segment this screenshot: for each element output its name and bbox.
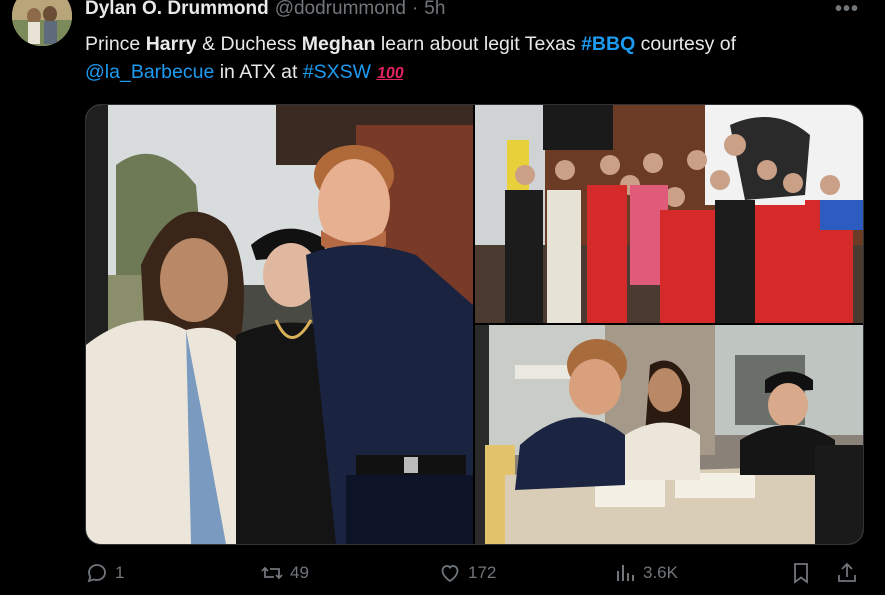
share-button[interactable]: [835, 561, 859, 585]
reply-icon: [87, 564, 106, 583]
hashtag-sxsw[interactable]: #SXSW: [303, 61, 371, 83]
more-icon: •••: [834, 0, 859, 20]
repost-button[interactable]: 49: [260, 561, 309, 585]
text-harry: Harry: [145, 33, 197, 55]
action-bar: 1 49 172 3.6K: [85, 561, 865, 589]
like-button[interactable]: 172: [438, 561, 496, 585]
like-count: 172: [468, 563, 497, 582]
bookmark-icon: [794, 563, 808, 584]
view-count: 3.6K: [643, 563, 678, 582]
reply-count: 1: [115, 563, 125, 582]
photo-main[interactable]: [86, 105, 473, 544]
photo-group-with-staff: [475, 105, 863, 323]
repost-count: 49: [290, 563, 309, 582]
bookmark-button[interactable]: [789, 561, 813, 585]
views-icon: [617, 565, 634, 581]
text-meghan: Meghan: [301, 33, 376, 55]
views-button[interactable]: 3.6K: [613, 561, 678, 585]
text-part: & Duchess: [196, 33, 302, 55]
hashtag-bbq[interactable]: #BBQ: [581, 33, 635, 55]
share-icon: [838, 562, 856, 582]
photo-couple-with-chef: [86, 105, 473, 544]
text-part: courtesy of: [635, 33, 737, 55]
more-button[interactable]: •••: [835, 0, 859, 21]
tweet-text: Prince Harry & Duchess Meghan learn abou…: [85, 30, 865, 88]
avatar[interactable]: [12, 0, 72, 46]
hundred-points-emoji: 100: [375, 65, 405, 82]
text-part: learn about legit Texas: [375, 33, 582, 55]
author-name[interactable]: Dylan O. Drummond: [85, 0, 269, 20]
text-part: Prince: [85, 33, 146, 55]
author-handle[interactable]: @dodrummond: [275, 0, 406, 20]
timestamp[interactable]: 5h: [424, 0, 445, 20]
media-grid: [85, 104, 864, 545]
tweet-header: Dylan O. Drummond @dodrummond · 5h: [85, 0, 445, 21]
reply-button[interactable]: 1: [85, 561, 124, 585]
avatar-photo: [12, 0, 72, 46]
photo-at-table: [475, 325, 863, 544]
photo-group-staff[interactable]: [475, 105, 863, 323]
mention-la-barbecue[interactable]: @la_Barbecue: [85, 61, 214, 83]
separator: ·: [411, 0, 419, 19]
text-part: in ATX at: [214, 61, 303, 83]
photo-table[interactable]: [475, 325, 863, 544]
repost-icon: [261, 566, 283, 580]
heart-icon: [441, 565, 459, 583]
